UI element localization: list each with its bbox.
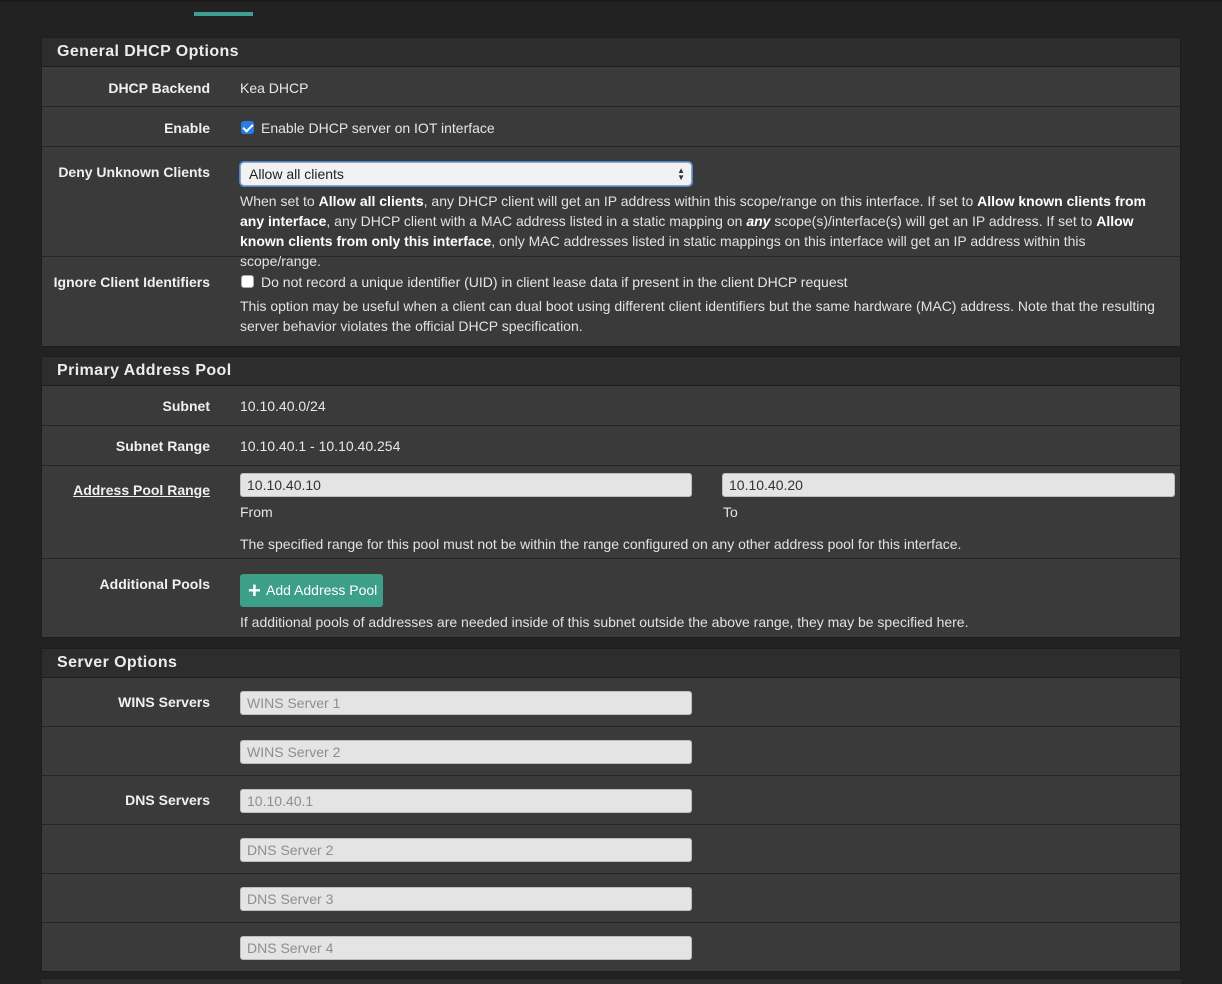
row-dhcp-backend: DHCP Backend Kea DHCP	[42, 67, 1180, 107]
panel-title-server: Server Options	[42, 649, 1180, 678]
help-bold-italic: any	[746, 213, 771, 229]
wins-servers-label: WINS Servers	[118, 694, 210, 710]
chevron-updown-icon: ▲ ▼	[677, 166, 685, 182]
row-dns-server-1: DNS Servers 10.10.40.1	[42, 776, 1180, 825]
address-pool-range-label[interactable]: Address Pool Range	[42, 482, 210, 498]
subnet-range-value: 10.10.40.1 - 10.10.40.254	[240, 438, 401, 454]
next-panel-header	[41, 978, 1181, 984]
dhcp-backend-value: Kea DHCP	[240, 80, 309, 96]
row-wins-server-1: WINS Servers WINS Server 1	[42, 678, 1180, 727]
dhcp-backend-label: DHCP Backend	[108, 80, 210, 96]
server-options-panel: Server Options WINS Servers WINS Server …	[41, 648, 1181, 972]
row-address-pool-range: Address Pool Range 10.10.40.10 From 10.1…	[42, 466, 1180, 559]
help-bold: Allow all clients	[318, 193, 424, 209]
deny-unknown-clients-select[interactable]: Allow all clients ▲ ▼	[240, 162, 692, 186]
pool-range-to-label: To	[723, 504, 738, 520]
row-dns-server-2: DNS Server 2	[42, 825, 1180, 874]
dns-server-3-input[interactable]: DNS Server 3	[240, 887, 692, 911]
help-text: , any DHCP client with a MAC address lis…	[326, 213, 747, 229]
help-text: scope(s)/interface(s) will get an IP add…	[770, 213, 1097, 229]
row-subnet: Subnet 10.10.40.0/24	[42, 386, 1180, 426]
deny-unknown-clients-label: Deny Unknown Clients	[58, 164, 210, 180]
primary-address-pool-panel: Primary Address Pool Subnet 10.10.40.0/2…	[41, 356, 1181, 638]
ignore-client-identifiers-text: Do not record a unique identifier (UID) …	[261, 274, 848, 290]
row-wins-server-2: WINS Server 2	[42, 727, 1180, 776]
row-enable: Enable Enable DHCP server on IOT interfa…	[42, 107, 1180, 147]
help-text: When set to	[240, 193, 319, 209]
ignore-client-identifiers-help: This option may be useful when a client …	[240, 298, 1155, 334]
active-tab-indicator	[194, 12, 253, 16]
dns-server-4-input[interactable]: DNS Server 4	[240, 936, 692, 960]
help-text: , any DHCP client will get an IP address…	[423, 193, 978, 209]
additional-pools-label: Additional Pools	[99, 576, 210, 592]
wins-server-1-input[interactable]: WINS Server 1	[240, 691, 692, 715]
general-dhcp-options-panel: General DHCP Options DHCP Backend Kea DH…	[41, 37, 1181, 347]
panel-title-general: General DHCP Options	[42, 38, 1180, 67]
dns-server-2-input[interactable]: DNS Server 2	[240, 838, 692, 862]
dns-servers-label: DNS Servers	[125, 792, 210, 808]
wins-server-2-input[interactable]: WINS Server 2	[240, 740, 692, 764]
row-additional-pools: Additional Pools + Add Address Pool If a…	[42, 559, 1180, 638]
pool-range-help: The specified range for this pool must n…	[240, 536, 962, 552]
panel-title-pool: Primary Address Pool	[42, 357, 1180, 386]
subnet-label: Subnet	[162, 398, 210, 414]
row-dns-server-3: DNS Server 3	[42, 874, 1180, 923]
add-address-pool-button[interactable]: + Add Address Pool	[240, 574, 384, 607]
pool-range-from-label: From	[240, 504, 273, 520]
enable-checkbox[interactable]	[241, 121, 254, 134]
subnet-range-label: Subnet Range	[115, 438, 210, 454]
row-subnet-range: Subnet Range 10.10.40.1 - 10.10.40.254	[42, 426, 1180, 466]
row-ignore-client-identifiers: Ignore Client Identifiers Do not record …	[42, 257, 1180, 346]
ignore-client-identifiers-label: Ignore Client Identifiers	[53, 274, 210, 290]
top-border	[0, 0, 1222, 2]
row-deny-unknown-clients: Deny Unknown Clients Allow all clients ▲…	[42, 147, 1180, 269]
additional-pools-help: If additional pools of addresses are nee…	[240, 614, 969, 630]
pool-range-to-input[interactable]: 10.10.40.20	[722, 473, 1175, 497]
plus-icon: +	[248, 578, 261, 603]
deny-unknown-clients-selected: Allow all clients	[249, 166, 344, 182]
enable-checkbox-text: Enable DHCP server on IOT interface	[261, 120, 495, 136]
subnet-value: 10.10.40.0/24	[240, 398, 326, 414]
ignore-client-identifiers-checkbox[interactable]	[241, 275, 254, 288]
row-dns-server-4: DNS Server 4	[42, 923, 1180, 972]
enable-label: Enable	[164, 120, 210, 136]
dns-server-1-input[interactable]: 10.10.40.1	[240, 789, 692, 813]
add-address-pool-label: Add Address Pool	[266, 582, 378, 598]
pool-range-from-input[interactable]: 10.10.40.10	[240, 473, 692, 497]
